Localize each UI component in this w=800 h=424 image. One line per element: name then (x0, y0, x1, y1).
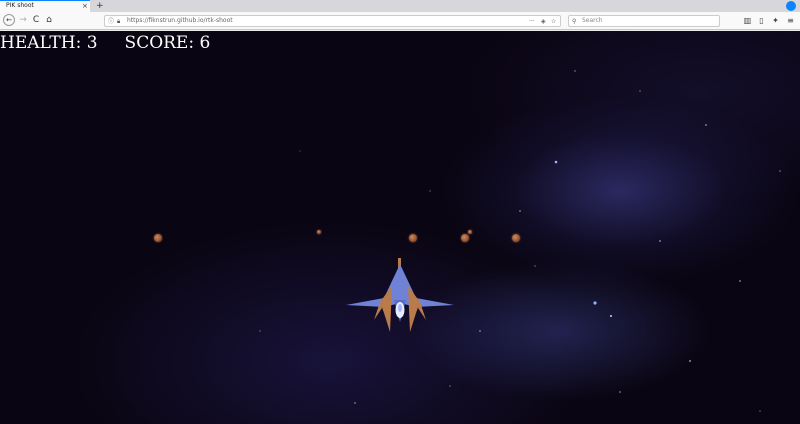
player-ship (346, 258, 454, 332)
menu-icon[interactable]: ≡ (785, 15, 796, 26)
tab-strip: PIK shoot × + (0, 0, 800, 12)
url-text[interactable]: https://fiknstrun.github.io/rtk-shoot (127, 17, 233, 24)
hud: HEALTH: 3 SCORE: 6 (0, 33, 210, 53)
enemy (154, 234, 162, 242)
health-value: 3 (86, 33, 98, 53)
sidebar-icon[interactable]: ▯ (756, 15, 767, 26)
address-bar[interactable]: ⓘ 🔒︎ https://fiknstrun.github.io/rtk-sho… (104, 15, 561, 27)
search-input[interactable]: Search (582, 17, 603, 24)
starfield (259, 70, 781, 412)
new-tab-icon[interactable]: + (96, 0, 104, 12)
reload-icon[interactable]: C (30, 14, 42, 26)
search-icon: ⚲ (572, 18, 577, 25)
page-actions-icon[interactable]: ··· (529, 17, 535, 26)
extensions-icon[interactable]: ✦ (770, 15, 781, 26)
back-icon[interactable]: ← (3, 14, 15, 26)
tab-close-icon[interactable]: × (82, 2, 88, 11)
game-canvas[interactable]: HEALTH: 3 SCORE: 6 (0, 31, 800, 424)
health-display: HEALTH: 3 (0, 33, 98, 53)
score-display: SCORE: 6 (125, 33, 211, 53)
enemy (317, 230, 321, 234)
score-value: 6 (199, 33, 211, 53)
health-label: HEALTH: (0, 33, 82, 53)
lock-icon[interactable]: 🔒︎ (117, 17, 120, 26)
navigation-bar: ← → C ⌂ ⓘ 🔒︎ https://fiknstrun.github.io… (0, 12, 800, 30)
info-icon[interactable]: ⓘ (108, 17, 114, 26)
forward-icon[interactable]: → (17, 14, 29, 26)
search-bar[interactable]: ⚲ Search (568, 15, 720, 27)
library-icon[interactable]: ▥ (742, 15, 753, 26)
browser-tab[interactable]: PIK shoot × (0, 0, 90, 12)
enemy (512, 234, 520, 242)
browser-chrome: PIK shoot × + ← → C ⌂ ⓘ 🔒︎ https://fikns… (0, 0, 800, 31)
bookmark-star-icon[interactable]: ☆ (551, 17, 556, 26)
tab-title: PIK shoot (6, 2, 34, 9)
home-icon[interactable]: ⌂ (43, 14, 55, 26)
pocket-icon[interactable]: ◈ (541, 17, 546, 26)
score-label: SCORE: (124, 33, 195, 53)
account-icon[interactable] (786, 1, 796, 11)
enemy (409, 234, 417, 242)
enemy (461, 234, 469, 242)
enemy (468, 230, 472, 234)
